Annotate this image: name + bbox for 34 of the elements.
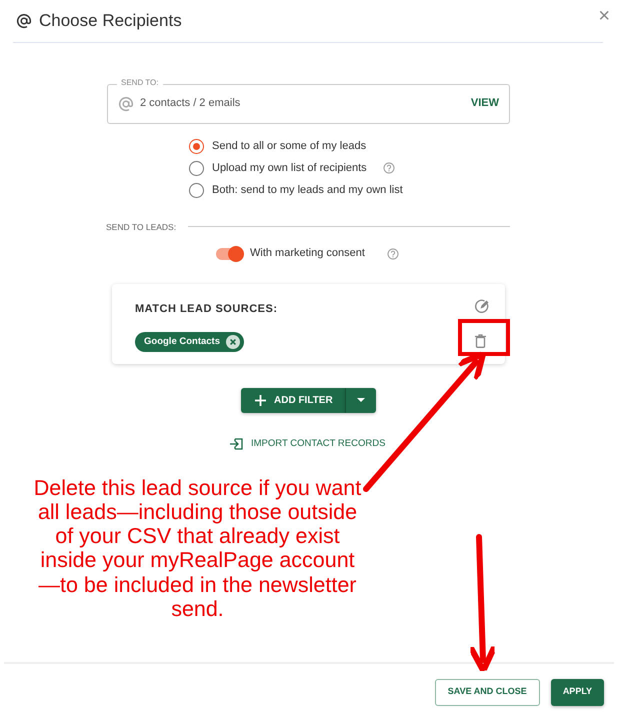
annotation-text: Delete this lead source if you want all leads—including those outside of your CSV that already exist inside your myRealPage account—to be included in the newsletter send. bbox=[32, 476, 362, 622]
add-filter-button[interactable]: ADD FILTER bbox=[241, 388, 345, 413]
radio-button[interactable] bbox=[189, 138, 204, 154]
highlight-box bbox=[458, 319, 510, 356]
import-link[interactable]: IMPORT CONTACT RECORDS bbox=[230, 436, 386, 451]
plus-icon bbox=[255, 394, 266, 406]
save-close-button[interactable]: SAVE AND CLOSE bbox=[434, 678, 540, 706]
remove-icon bbox=[226, 334, 240, 349]
dialog-title: Choose Recipients bbox=[39, 10, 182, 32]
radio-button[interactable] bbox=[189, 160, 204, 176]
close-button[interactable]: × bbox=[598, 6, 610, 26]
trash-icon bbox=[475, 334, 486, 348]
caret-icon bbox=[356, 398, 365, 402]
toggle-label: With marketing consent bbox=[250, 246, 365, 262]
send-to-field[interactable]: 2 contacts / 2 emails VIEW bbox=[107, 84, 510, 124]
option-label: Send to all or some of my leads bbox=[212, 138, 366, 154]
at-icon bbox=[118, 96, 134, 112]
help-icon bbox=[382, 162, 395, 174]
view-link[interactable]: VIEW bbox=[470, 95, 499, 112]
card-title: MATCH LEAD SOURCES: bbox=[135, 302, 278, 315]
field-label: SEND TO: bbox=[117, 78, 162, 88]
import-icon bbox=[230, 438, 243, 450]
section-label: SEND TO LEADS: bbox=[106, 220, 176, 234]
tag-label: Google Contacts bbox=[144, 334, 220, 349]
toggle-switch[interactable] bbox=[216, 248, 242, 260]
option-label: Upload my own list of recipients bbox=[212, 160, 367, 176]
apply-button[interactable]: APPLY bbox=[550, 678, 604, 706]
help-icon bbox=[386, 248, 399, 260]
field-value: 2 contacts / 2 emails bbox=[140, 96, 240, 112]
radio-button[interactable] bbox=[189, 182, 204, 198]
option-label: Both: send to my leads and my own list bbox=[212, 182, 403, 198]
edit-icon bbox=[475, 298, 489, 313]
dropdown-button[interactable] bbox=[344, 388, 376, 413]
at-icon bbox=[16, 12, 32, 29]
